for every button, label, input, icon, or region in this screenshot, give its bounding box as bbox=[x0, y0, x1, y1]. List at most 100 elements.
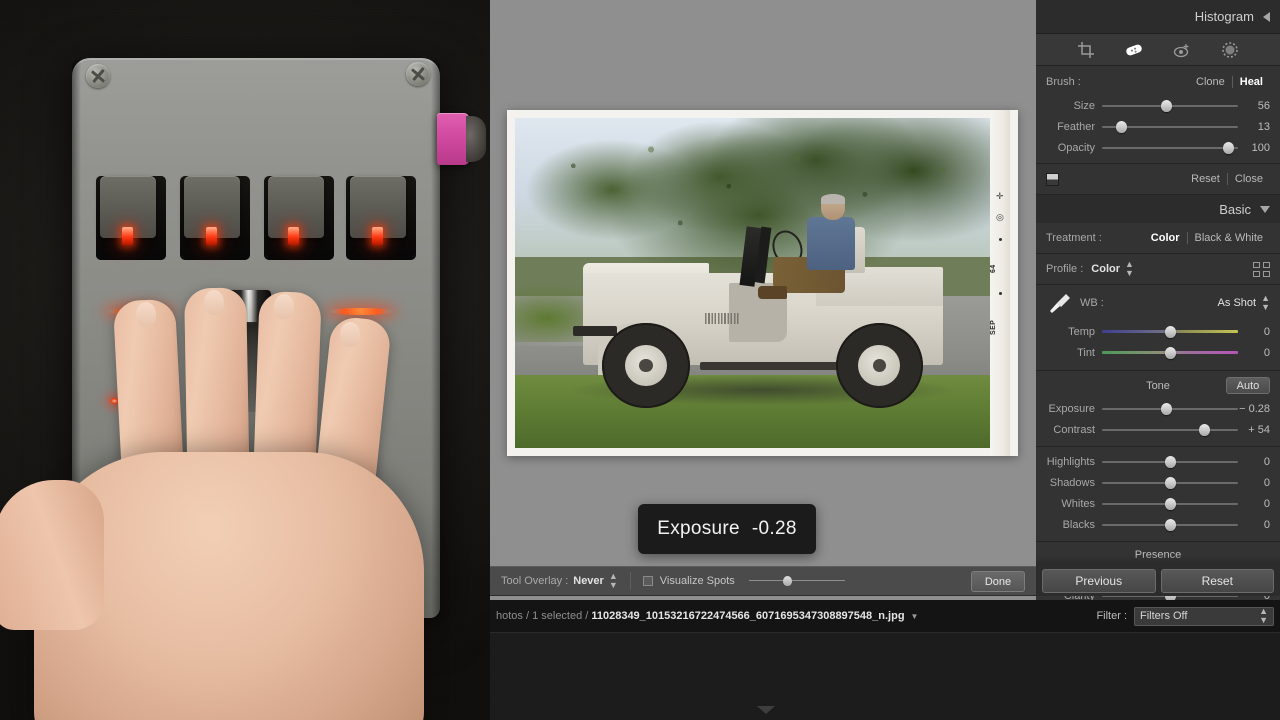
reset-button[interactable]: Reset bbox=[1160, 569, 1274, 593]
brush-opacity-slider[interactable] bbox=[1102, 141, 1238, 155]
highlights-slider-knob[interactable] bbox=[1165, 456, 1176, 468]
profile-value[interactable]: Color bbox=[1091, 263, 1120, 275]
film-dot-1 bbox=[999, 238, 1002, 241]
brush-feather-row: Feather 13 bbox=[1046, 118, 1270, 136]
wb-value[interactable]: As Shot bbox=[1218, 297, 1257, 309]
brush-reset-button[interactable]: Reset bbox=[1184, 173, 1227, 185]
red-eye-correction-icon[interactable] bbox=[1171, 40, 1193, 60]
shadows-slider[interactable] bbox=[1102, 476, 1238, 490]
exposure-slider-knob[interactable] bbox=[1160, 403, 1172, 415]
filter-label: Filter : bbox=[1096, 610, 1127, 622]
tint-slider[interactable] bbox=[1102, 346, 1238, 360]
highlights-value[interactable]: 0 bbox=[1238, 456, 1270, 468]
basic-panel-header[interactable]: Basic bbox=[1036, 195, 1280, 223]
device-screw-left bbox=[86, 64, 110, 88]
brush-size-knob[interactable] bbox=[1160, 100, 1172, 112]
brush-label: Brush : bbox=[1046, 76, 1081, 88]
develop-tool-strip[interactable] bbox=[1036, 34, 1280, 66]
profile-browser-grid-icon[interactable] bbox=[1253, 261, 1270, 277]
whites-slider-knob[interactable] bbox=[1165, 498, 1176, 510]
device-key-row[interactable] bbox=[96, 176, 416, 260]
contrast-slider[interactable] bbox=[1102, 423, 1238, 437]
brush-close-button[interactable]: Close bbox=[1228, 173, 1270, 185]
film-edge-strip: ✛ ◎ 64 SEP bbox=[990, 110, 1010, 456]
brush-feather-value[interactable]: 13 bbox=[1238, 121, 1270, 133]
white-balance-eyedropper-icon[interactable] bbox=[1046, 291, 1076, 315]
whites-value[interactable]: 0 bbox=[1238, 498, 1270, 510]
done-button[interactable]: Done bbox=[971, 571, 1025, 592]
panel-footer-buttons: Previous Reset bbox=[1036, 566, 1280, 596]
filter-select[interactable]: Filters Off ▲ ▼ bbox=[1134, 606, 1274, 626]
whites-slider[interactable] bbox=[1102, 497, 1238, 511]
stepper-updown-icon[interactable]: ▲ ▼ bbox=[1261, 294, 1270, 312]
tool-overlay-value[interactable]: Never bbox=[573, 575, 604, 587]
fingernail-ring bbox=[274, 294, 294, 319]
wb-label: WB : bbox=[1080, 297, 1104, 309]
brush-opacity-track bbox=[1102, 147, 1238, 149]
brush-size-value[interactable]: 56 bbox=[1238, 100, 1270, 112]
exposure-value[interactable]: − 0.28 bbox=[1238, 403, 1270, 415]
temp-value[interactable]: 0 bbox=[1238, 326, 1270, 338]
tone-detail-section: Highlights 0 Shadows 0 Whites 0 Blacks 0 bbox=[1036, 447, 1280, 542]
blacks-slider[interactable] bbox=[1102, 518, 1238, 532]
chevron-down-icon[interactable]: ▼ bbox=[911, 612, 919, 621]
toolbar-divider bbox=[629, 572, 631, 590]
contrast-value[interactable]: + 54 bbox=[1238, 424, 1270, 436]
key-led-4 bbox=[372, 227, 383, 245]
stepper-updown-icon[interactable]: ▲ ▼ bbox=[1125, 260, 1134, 278]
tool-switch-icon[interactable] bbox=[1046, 172, 1059, 186]
visualize-spots-checkbox[interactable] bbox=[642, 576, 653, 586]
filmstrip-collapse-arrow-icon[interactable] bbox=[757, 706, 775, 714]
brush-size-label: Size bbox=[1073, 100, 1095, 112]
brush-mode-clone[interactable]: Clone bbox=[1189, 76, 1232, 88]
stepper-updown-icon[interactable]: ▲ ▼ bbox=[1259, 607, 1268, 625]
film-dot-2 bbox=[999, 292, 1002, 295]
exposure-slider[interactable] bbox=[1102, 402, 1238, 416]
crop-overlay-icon[interactable] bbox=[1075, 40, 1097, 60]
visualize-spots-label: Visualize Spots bbox=[659, 575, 735, 587]
whites-row: Whites 0 bbox=[1046, 495, 1270, 513]
contrast-slider-knob[interactable] bbox=[1199, 424, 1210, 436]
lightroom-develop-window: ✛ ◎ 64 SEP Exposure -0.28 Tool Overlay :… bbox=[0, 0, 1280, 720]
photo-frame[interactable] bbox=[507, 110, 1018, 456]
brush-opacity-row: Opacity 100 bbox=[1046, 139, 1270, 157]
treatment-color-option[interactable]: Color bbox=[1144, 232, 1187, 244]
visualize-spots-slider[interactable] bbox=[748, 575, 845, 587]
jeep-badge bbox=[704, 312, 739, 325]
shadows-value[interactable]: 0 bbox=[1238, 477, 1270, 489]
visualize-spots-slider-track bbox=[748, 580, 845, 581]
treatment-bw-option[interactable]: Black & White bbox=[1188, 232, 1270, 244]
brush-mode-heal[interactable]: Heal bbox=[1233, 76, 1270, 88]
temp-slider[interactable] bbox=[1102, 325, 1238, 339]
brush-opacity-value[interactable]: 100 bbox=[1238, 142, 1270, 154]
blacks-slider-knob[interactable] bbox=[1165, 519, 1176, 531]
right-filmstrip-area[interactable] bbox=[1036, 632, 1280, 720]
brush-size-slider[interactable] bbox=[1102, 99, 1238, 113]
shadows-slider-knob[interactable] bbox=[1165, 477, 1176, 489]
jeep-rear-wheel bbox=[835, 322, 924, 409]
triangle-down-icon[interactable] bbox=[1260, 205, 1270, 213]
driver-shoe bbox=[758, 286, 788, 300]
usb-cap bbox=[466, 116, 486, 162]
brush-feather-slider[interactable] bbox=[1102, 120, 1238, 134]
current-filename[interactable]: 11028349_10153216722474566_6071695347308… bbox=[591, 610, 904, 622]
blacks-value[interactable]: 0 bbox=[1238, 519, 1270, 531]
spot-removal-icon[interactable] bbox=[1123, 40, 1145, 60]
tint-value[interactable]: 0 bbox=[1238, 347, 1270, 359]
stepper-updown-icon[interactable]: ▲ ▼ bbox=[609, 572, 618, 590]
previous-button[interactable]: Previous bbox=[1042, 569, 1156, 593]
contrast-slider-track bbox=[1102, 429, 1238, 431]
masking-icon[interactable] bbox=[1219, 40, 1241, 60]
temp-slider-knob[interactable] bbox=[1165, 326, 1176, 338]
photograph[interactable] bbox=[515, 118, 1001, 448]
triangle-left-icon[interactable] bbox=[1263, 11, 1270, 22]
visualize-spots-slider-knob[interactable] bbox=[783, 576, 793, 586]
brush-feather-knob[interactable] bbox=[1116, 121, 1128, 133]
right-side-panel: Histogram Brush: Clone Heal Size 56 Fea… bbox=[1036, 0, 1280, 720]
fingernail-middle bbox=[204, 290, 224, 315]
brush-opacity-knob[interactable] bbox=[1223, 142, 1235, 154]
histogram-panel-header[interactable]: Histogram bbox=[1036, 0, 1280, 34]
tone-auto-button[interactable]: Auto bbox=[1226, 377, 1270, 394]
highlights-slider[interactable] bbox=[1102, 455, 1238, 469]
tint-slider-knob[interactable] bbox=[1165, 347, 1176, 359]
